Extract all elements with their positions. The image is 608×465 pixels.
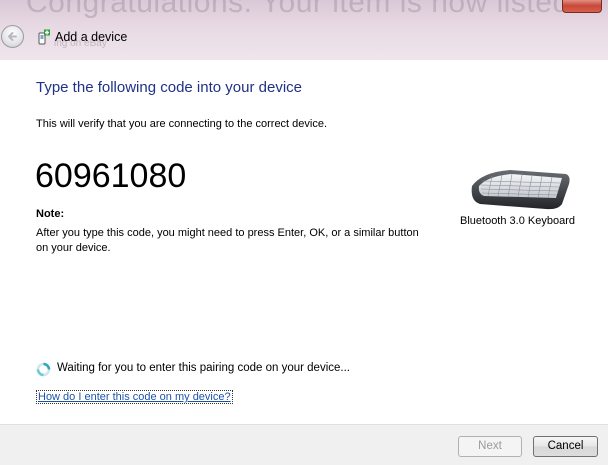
title-bar: Congratulations. Your item is now listed… xyxy=(0,0,608,60)
content-area: Type the following code into your device… xyxy=(0,60,608,424)
busy-spinner-icon xyxy=(36,362,51,377)
wizard-title: Add a device xyxy=(55,30,128,44)
cancel-button[interactable]: Cancel xyxy=(533,436,598,457)
note-body: After you type this code, you might need… xyxy=(36,227,419,254)
back-button[interactable] xyxy=(1,25,24,48)
waiting-status: Waiting for you to enter this pairing co… xyxy=(57,362,350,374)
pairing-code: 60961080 xyxy=(35,157,187,195)
footer-bar: Next Cancel xyxy=(0,424,608,465)
verify-text: This will verify that you are connecting… xyxy=(36,118,328,130)
add-device-window: Congratulations. Your item is now listed… xyxy=(0,0,608,465)
next-button[interactable]: Next xyxy=(458,436,522,457)
background-window-text: Congratulations. Your item is now listed xyxy=(26,0,570,19)
back-arrow-icon xyxy=(8,32,17,41)
add-device-icon xyxy=(38,29,50,45)
main-instruction: Type the following code into your device xyxy=(36,79,302,96)
device-name: Bluetooth 3.0 Keyboard xyxy=(460,215,575,227)
keyboard-icon xyxy=(471,170,570,210)
note-label: Note: xyxy=(36,208,65,220)
close-button[interactable] xyxy=(562,0,602,13)
help-link[interactable]: How do I enter this code on my device? xyxy=(36,390,233,404)
